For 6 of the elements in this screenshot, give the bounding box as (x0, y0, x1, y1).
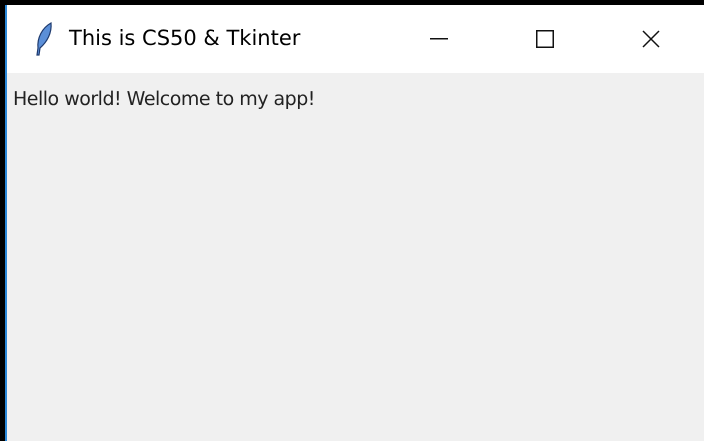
feather-icon (34, 22, 54, 56)
window-title: This is CS50 & Tkinter (69, 25, 300, 52)
close-icon (642, 30, 660, 48)
maximize-icon (536, 30, 554, 48)
welcome-label: Hello world! Welcome to my app! (13, 88, 315, 110)
minimize-icon (430, 38, 448, 40)
